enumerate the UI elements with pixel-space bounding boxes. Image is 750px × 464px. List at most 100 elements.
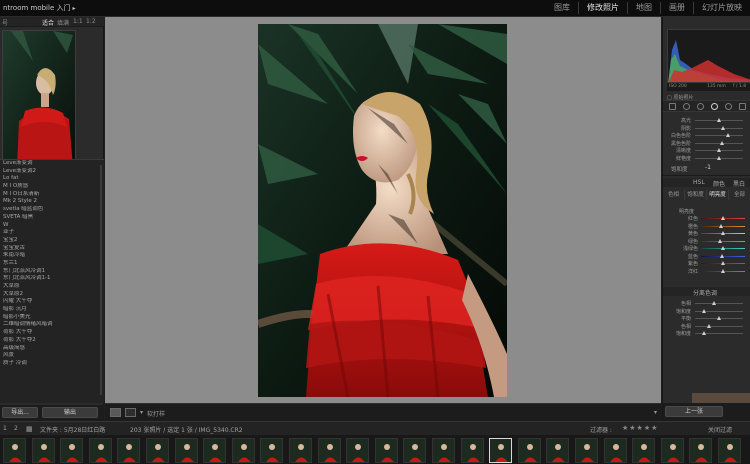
filmstrip-thumbnail[interactable] [517,438,541,463]
split-toning-header[interactable]: 分离色调 [663,287,750,297]
filmstrip-thumbnail[interactable] [432,438,455,463]
preset-item[interactable]: 闪耀 大千夺 [0,298,104,306]
slider-knob[interactable] [720,140,725,145]
preset-item[interactable]: 风景 [0,352,104,360]
preset-item[interactable]: 东兰1 [0,260,104,268]
preset-item[interactable]: W [0,222,104,230]
presets-scrollbar[interactable] [100,165,102,395]
preset-item[interactable]: 暗影小美光 [0,314,104,322]
filmstrip-thumbnail[interactable] [117,438,141,463]
filmstrip-thumbnail[interactable] [489,438,513,463]
preset-item[interactable]: Lo fat [0,175,104,183]
rating-filter-stars[interactable]: ★★★★★ [622,424,658,432]
filmstrip-thumbnail[interactable] [146,438,169,463]
filmstrip-thumbnail[interactable] [660,438,684,463]
filmstrip-thumbnail[interactable] [3,438,26,463]
histogram[interactable] [667,29,750,83]
preset-item[interactable]: 宝宝复古 [0,245,104,253]
preset-item[interactable]: 二维暗调情绪风暗调 [0,321,104,329]
crop-tool-icon[interactable] [669,103,676,110]
page-1-button[interactable]: 1 [3,425,7,432]
filmstrip-thumbnail[interactable] [632,438,656,463]
tab-saturation[interactable]: 饱和度 [685,190,707,200]
preset-item[interactable]: 高级简感 [0,345,104,353]
before-after-view-button[interactable] [125,408,136,417]
preset-item[interactable]: SVETA 暗黑 [0,214,104,222]
preset-item[interactable]: 暗影 沉月 [0,306,104,314]
radial-filter-icon[interactable] [725,103,732,110]
spot-removal-icon[interactable] [683,103,690,110]
toolbar-menu-arrow[interactable]: ▾ [654,409,657,416]
preset-item[interactable]: 大草原 [0,283,104,291]
filmstrip-thumbnail[interactable] [317,438,341,463]
slider-knob[interactable] [717,118,722,122]
output-button[interactable]: 输出 [42,407,98,418]
tab-luminance[interactable]: 明亮度 [707,190,729,200]
red-eye-icon[interactable] [697,103,704,110]
module-slideshow[interactable]: 幻灯片放映 [693,2,750,14]
filmstrip-thumbnail[interactable] [88,438,112,463]
slider-knob[interactable] [726,133,731,137]
filmstrip-thumbnail[interactable] [260,438,284,463]
source-path[interactable]: 文件夹 : 5月28日红白路 [40,425,105,434]
grid-icon[interactable]: ▦ [26,425,33,433]
preset-item[interactable]: 朱南冷暗 [0,252,104,260]
filmstrip-thumbnail[interactable] [403,438,427,463]
slider-knob[interactable] [716,316,721,320]
preset-item[interactable]: 亚子 [0,229,104,237]
filmstrip-thumbnail[interactable] [460,438,484,463]
hsl-title[interactable]: HSL [693,179,705,186]
filmstrip-thumbnail[interactable] [374,438,398,463]
slider-knob[interactable] [717,238,722,243]
preset-item[interactable]: 东门北派风冷调1-1 [0,275,104,283]
slider-track[interactable] [695,127,743,129]
preset-item[interactable]: svetla 暗蓝调色 [0,206,104,214]
previous-button[interactable]: 上一张 [665,406,723,417]
slider-track[interactable] [695,303,743,304]
preset-item[interactable]: 东门北派风冷调1 [0,268,104,276]
module-develop[interactable]: 修改照片 [578,2,627,14]
soft-proof-toggle[interactable]: 软打样 [147,409,165,418]
slider-knob[interactable] [711,301,716,305]
module-book[interactable]: 画册 [660,2,693,14]
slider-knob[interactable] [702,308,707,313]
zoom-1-2[interactable]: 1:2 [86,18,96,25]
loupe-view-button[interactable] [110,408,121,417]
slider-knob[interactable] [716,148,721,152]
slider-track[interactable] [701,225,745,227]
graduated-filter-icon[interactable] [711,103,718,110]
title-arrow-icon[interactable]: ▸ [72,5,75,12]
preset-item[interactable]: Leve渐变调 [0,160,104,168]
main-photo[interactable] [258,24,507,397]
bw-title[interactable]: 黑白 [733,179,745,188]
export-button[interactable]: 导出... [2,407,38,418]
view-options-arrow[interactable]: ▾ [140,409,143,416]
filmstrip-thumbnail[interactable] [289,438,312,463]
page-2-button[interactable]: 2 [14,425,18,432]
slider-track[interactable] [701,240,745,242]
slider-track[interactable] [695,142,743,144]
preset-item[interactable]: Leve渐变调2 [0,168,104,176]
slider-track[interactable] [695,135,743,136]
slider-knob[interactable] [702,331,707,335]
preset-item[interactable]: 宝宝2 [0,237,104,245]
color-title[interactable]: 颜色 [713,179,725,188]
slider-knob[interactable] [720,246,725,250]
filmstrip-thumbnail[interactable] [546,438,570,463]
slider-knob[interactable] [719,253,724,258]
preset-item[interactable]: 大草原2 [0,291,104,299]
slider-knob[interactable] [721,231,726,235]
saturation-row[interactable]: 饱和度 -1 [663,163,750,173]
slider-knob[interactable] [706,323,711,328]
module-library[interactable]: 图库 [546,2,578,14]
preset-item[interactable]: Mk 2 Style 2 [0,198,104,206]
filmstrip-thumbnail[interactable] [31,438,55,463]
app-title[interactable]: ntroom mobile 入门 ▸ [3,3,76,13]
slider-knob[interactable] [720,261,725,265]
filmstrip-thumbnail[interactable] [718,438,741,463]
module-map[interactable]: 地图 [627,2,660,14]
preset-item[interactable]: 荷影 大千夺2 [0,337,104,345]
slider-knob[interactable] [716,155,721,160]
preset-item[interactable]: 荷影 大千夺 [0,329,104,337]
slider-knob[interactable] [718,223,723,228]
